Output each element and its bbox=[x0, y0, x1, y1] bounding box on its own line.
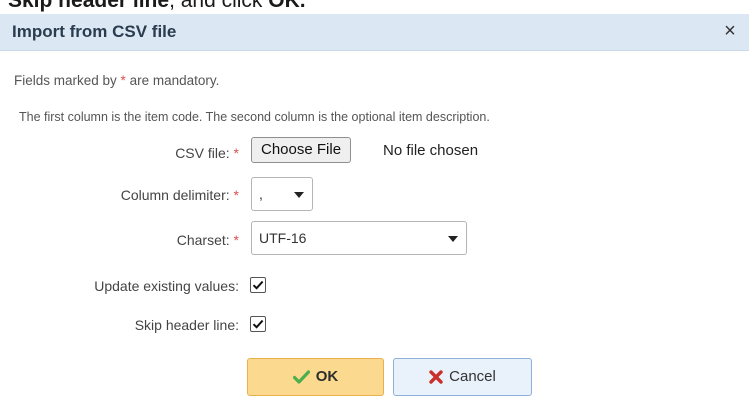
checkmark-icon bbox=[292, 370, 310, 384]
ok-label: OK bbox=[315, 368, 339, 386]
ok-button[interactable]: OK bbox=[247, 358, 384, 396]
cancel-label: Cancel bbox=[449, 368, 496, 386]
mandatory-note: Fields marked by * are mandatory. bbox=[14, 73, 219, 88]
update-existing-checkbox[interactable] bbox=[250, 277, 266, 293]
required-asterisk: * bbox=[233, 187, 239, 203]
mandatory-note-prefix: Fields marked by bbox=[14, 73, 121, 88]
chevron-down-icon bbox=[294, 192, 304, 198]
csv-file-label-text: CSV file: bbox=[175, 145, 230, 161]
charset-value: UTF-16 bbox=[259, 230, 307, 246]
charset-label: Charset: * bbox=[177, 232, 239, 248]
column-delimiter-select[interactable]: , bbox=[251, 177, 313, 211]
close-icon[interactable]: × bbox=[717, 18, 743, 44]
choose-file-button[interactable]: Choose File bbox=[251, 137, 352, 163]
caption-ok: OK. bbox=[268, 0, 306, 12]
cancel-button[interactable]: Cancel bbox=[393, 358, 532, 396]
update-existing-label: Update existing values: bbox=[94, 278, 239, 294]
x-icon bbox=[429, 370, 443, 384]
dialog-titlebar: Import from CSV file × bbox=[0, 14, 749, 51]
csv-file-label: CSV file: * bbox=[175, 145, 239, 161]
file-status: No file chosen bbox=[383, 142, 479, 159]
chevron-down-icon bbox=[448, 236, 458, 242]
column-delimiter-value: , bbox=[259, 186, 263, 202]
required-asterisk: * bbox=[233, 145, 239, 161]
column-delimiter-label: Column delimiter: * bbox=[121, 187, 239, 203]
skip-header-checkbox[interactable] bbox=[250, 316, 266, 332]
caption-rest: , and click bbox=[169, 0, 269, 12]
column-delimiter-label-text: Column delimiter: bbox=[120, 187, 230, 203]
instruction-caption: Skip header line, and click OK. bbox=[8, 0, 306, 13]
charset-label-text: Charset: bbox=[176, 232, 230, 248]
checkmark-icon bbox=[252, 280, 264, 290]
required-asterisk: * bbox=[233, 232, 239, 248]
caption-bold: Skip header line bbox=[8, 0, 170, 12]
dialog-title: Import from CSV file bbox=[12, 22, 177, 41]
skip-header-label: Skip header line: bbox=[134, 317, 239, 333]
mandatory-note-suffix: are mandatory. bbox=[125, 73, 220, 88]
import-csv-dialog: Import from CSV file × Fields marked by … bbox=[0, 14, 749, 406]
description-note: The first column is the item code. The s… bbox=[19, 110, 490, 124]
charset-select[interactable]: UTF-16 bbox=[251, 221, 467, 255]
checkmark-icon bbox=[252, 319, 264, 329]
